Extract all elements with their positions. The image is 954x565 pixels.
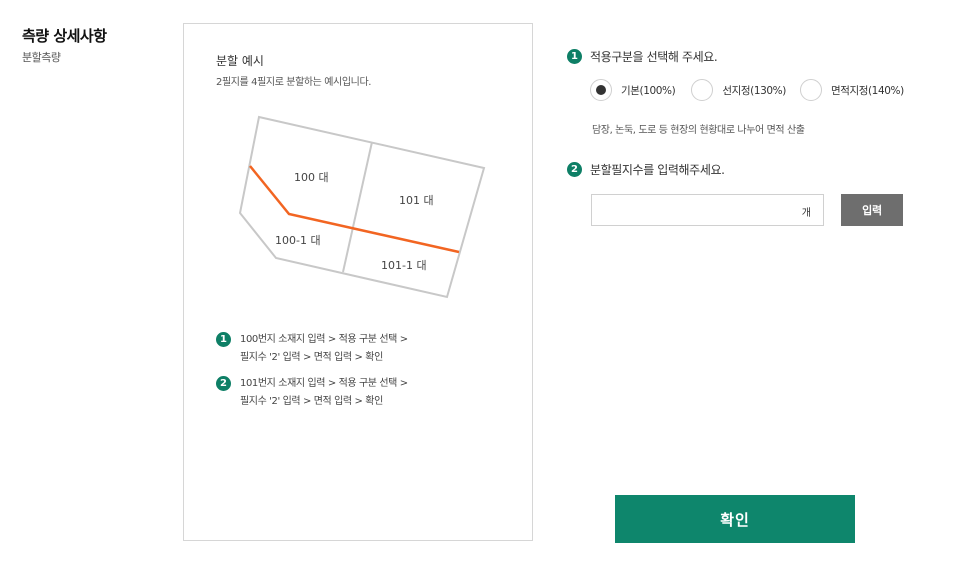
step-text-line: 필지수 '2' 입력 > 면적 입력 > 확인 <box>240 396 383 407</box>
radio-option-pre-designated[interactable]: 선지정(130%) <box>691 79 786 101</box>
example-step: 1 100번지 소재지 입력 > 적용 구분 선택 > 필지수 '2' 입력 >… <box>216 331 408 367</box>
parcel-label-100: 100 대 <box>294 171 329 184</box>
radio-button[interactable] <box>691 79 714 101</box>
example-steps: 1 100번지 소재지 입력 > 적용 구분 선택 > 필지수 '2' 입력 >… <box>216 331 408 419</box>
parcel-divider-line <box>342 141 373 273</box>
step-number-badge: 2 <box>216 376 231 391</box>
split-count-field[interactable]: 개 <box>591 194 824 226</box>
enter-button[interactable]: 입력 <box>841 194 903 226</box>
page-subtitle: 분할측량 <box>22 51 61 64</box>
example-panel: 분할 예시 2필지를 4필지로 분할하는 예시입니다. 100 대 101 대 … <box>183 23 533 541</box>
radio-label: 면적지정(140%) <box>830 84 904 97</box>
radio-button-selected[interactable] <box>590 79 612 101</box>
question-split-count: 2 분할필지수를 입력해주세요. <box>567 161 725 178</box>
question-label: 분할필지수를 입력해주세요. <box>590 163 725 177</box>
parcel-label-101: 101 대 <box>399 194 434 207</box>
radio-option-area-designated[interactable]: 면적지정(140%) <box>799 79 904 101</box>
question-apply-type: 1 적용구분을 선택해 주세요. <box>567 48 718 65</box>
parcel-label-100-1: 100-1 대 <box>275 234 321 247</box>
confirm-button[interactable]: 확인 <box>615 495 855 543</box>
unit-label: 개 <box>801 208 811 219</box>
parcel-split-diagram: 100 대 101 대 100-1 대 101-1 대 <box>238 115 486 299</box>
question-number-badge: 1 <box>567 49 582 64</box>
step-text-line: 101번지 소재지 입력 > 적용 구분 선택 > <box>240 378 408 389</box>
radio-label: 선지정(130%) <box>722 84 786 97</box>
page-title: 측량 상세사항 <box>22 27 107 45</box>
parcel-outline <box>238 115 486 299</box>
apply-type-help-text: 담장, 논둑, 도로 등 현장의 현황대로 나누어 면적 산출 <box>592 125 805 136</box>
example-step: 2 101번지 소재지 입력 > 적용 구분 선택 > 필지수 '2' 입력 >… <box>216 375 408 411</box>
question-label: 적용구분을 선택해 주세요. <box>590 50 718 64</box>
radio-label: 기본(100%) <box>621 84 676 97</box>
radio-button[interactable] <box>799 79 822 101</box>
question-number-badge: 2 <box>567 162 582 177</box>
split-count-input[interactable] <box>592 195 782 225</box>
step-number-badge: 1 <box>216 332 231 347</box>
step-text-line: 100번지 소재지 입력 > 적용 구분 선택 > <box>240 334 408 345</box>
apply-type-radio-group: 기본(100%) 선지정(130%) 면적지정(140%) <box>590 79 904 101</box>
parcel-label-101-1: 101-1 대 <box>381 259 427 272</box>
radio-option-basic[interactable]: 기본(100%) <box>590 79 676 101</box>
step-text-line: 필지수 '2' 입력 > 면적 입력 > 확인 <box>240 352 383 363</box>
